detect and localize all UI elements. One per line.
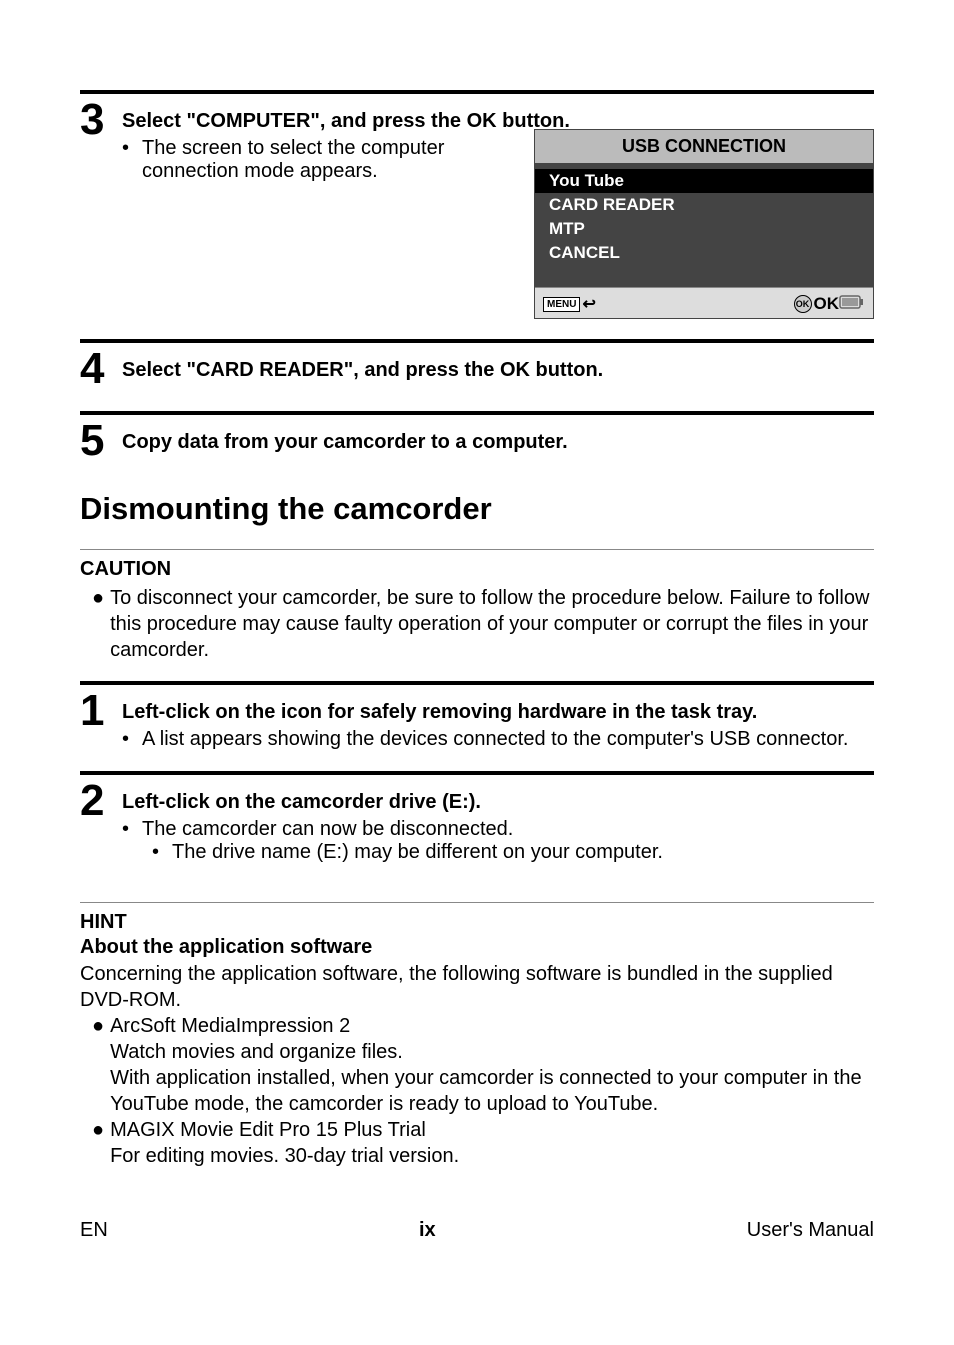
hint-b1-title: ArcSoft MediaImpression 2 [110,1013,874,1039]
ok-label: OK [814,294,840,314]
footer-doc-title: User's Manual [747,1219,874,1242]
rule [80,771,874,775]
usb-option-cancel[interactable]: CANCEL [535,241,873,265]
thin-rule [80,902,874,903]
hint-bullet-2: ● MAGIX Movie Edit Pro 15 Plus Trial For… [80,1117,874,1169]
step-title: Copy data from your camcorder to a compu… [122,431,874,454]
rule [80,339,874,343]
footer-lang: EN [80,1219,108,1242]
step-sub: • The screen to select the computer conn… [122,137,516,183]
step-sub-text: A list appears showing the devices conne… [142,728,848,751]
ok-circle-icon[interactable]: OK [794,295,812,313]
hint-b2-title: MAGIX Movie Edit Pro 15 Plus Trial [110,1117,459,1143]
usb-panel-title: USB CONNECTION [535,130,873,163]
step-number: 2 [80,779,122,823]
battery-icon [839,295,865,314]
step-dismount-2: 2 Left-click on the camcorder drive (E:)… [80,779,874,864]
back-arrow-icon: ↩ [582,294,595,314]
step-number: 5 [80,419,122,463]
hint-intro: Concerning the application software, the… [80,961,874,1013]
hint-b1-line2: With application installed, when your ca… [110,1065,874,1117]
rule [80,411,874,415]
usb-option-youtube[interactable]: You Tube [535,169,873,193]
step-number: 4 [80,347,122,391]
caution-body: To disconnect your camcorder, be sure to… [110,585,874,663]
step-title: Left-click on the camcorder drive (E:). [122,791,874,814]
page-footer: EN ix User's Manual [80,1219,874,1242]
hint-b1-line1: Watch movies and organize files. [110,1039,874,1065]
thin-rule [80,549,874,550]
caution-title: CAUTION [80,558,874,581]
usb-option-cardreader[interactable]: CARD READER [535,193,873,217]
step-title: Left-click on the icon for safely removi… [122,701,874,724]
menu-button-icon[interactable]: MENU [543,297,580,312]
step-number: 3 [80,98,122,142]
step-title: Select "CARD READER", and press the OK b… [122,359,874,382]
rule [80,681,874,685]
hint-about: About the application software [80,936,874,959]
section-heading: Dismounting the camcorder [80,491,874,527]
hint-bullet-1: ● ArcSoft MediaImpression 2 Watch movies… [80,1013,874,1117]
step-3: 3 Select "COMPUTER", and press the OK bu… [80,98,874,319]
step-sub-text: The screen to select the computer connec… [142,137,516,183]
caution-bullet: ● To disconnect your camcorder, be sure … [80,585,874,663]
step-number: 1 [80,689,122,733]
hint-title: HINT [80,911,874,934]
usb-option-mtp[interactable]: MTP [535,217,873,241]
footer-page-num: ix [419,1219,436,1242]
step-sub-nested: • The drive name (E:) may be different o… [122,841,874,864]
step-4: 4 Select "CARD READER", and press the OK… [80,347,874,391]
step-sub: • A list appears showing the devices con… [122,728,874,751]
step-sub-text: The drive name (E:) may be different on … [172,841,663,864]
step-sub-text: The camcorder can now be disconnected. [142,818,513,841]
usb-connection-panel: USB CONNECTION You Tube CARD READER MTP … [534,129,874,319]
step-dismount-1: 1 Left-click on the icon for safely remo… [80,689,874,751]
step-5: 5 Copy data from your camcorder to a com… [80,419,874,463]
rule [80,90,874,94]
hint-b2-line1: For editing movies. 30-day trial version… [110,1143,459,1169]
step-sub: • The camcorder can now be disconnected. [122,818,874,841]
